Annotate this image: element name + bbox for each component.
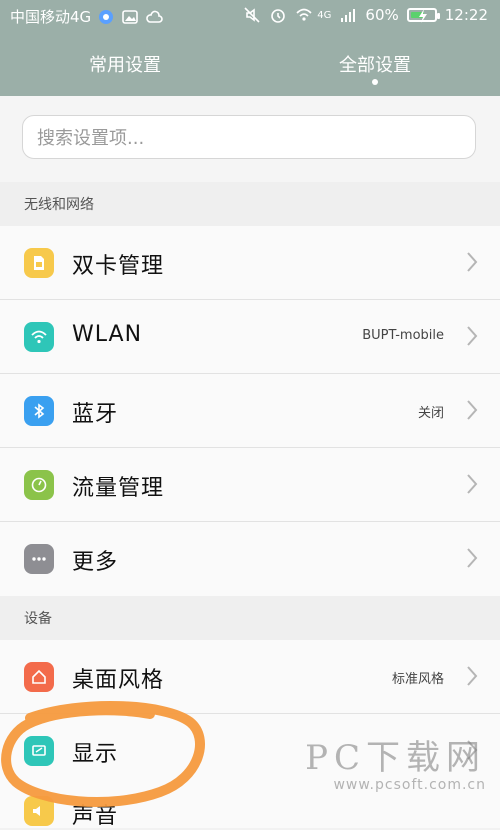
bluetooth-icon	[24, 396, 54, 426]
setting-row-wlan[interactable]: WLAN BUPT-mobile	[0, 300, 500, 374]
setting-value: 标准风格	[391, 672, 444, 687]
settings-tabs: 常用设置 全部设置	[0, 44, 500, 85]
section-title: 无线和网络	[24, 197, 94, 213]
chevron-right-icon	[466, 473, 478, 495]
network-badge: 4G	[317, 9, 332, 21]
battery-icon	[406, 8, 440, 23]
setting-row-more[interactable]: 更多	[0, 522, 500, 596]
wifi-icon	[24, 322, 54, 352]
setting-label: WLAN	[72, 322, 143, 347]
setting-label: 更多	[72, 550, 119, 575]
image-icon	[121, 8, 139, 26]
setting-label: 声音	[72, 804, 119, 829]
cloud-icon	[145, 8, 163, 26]
battery-percent: 60%	[365, 6, 399, 24]
setting-row-sound[interactable]: 声音	[0, 788, 500, 829]
setting-value: 关闭	[417, 406, 444, 421]
wifi-icon	[295, 6, 313, 24]
app-notification-icon	[97, 8, 115, 26]
search-input[interactable]: 搜索设置项...	[22, 115, 476, 159]
more-icon	[24, 544, 54, 574]
section-title: 设备	[24, 611, 52, 627]
tab-common-settings[interactable]: 常用设置	[0, 51, 250, 77]
chevron-right-icon	[466, 399, 478, 421]
alarm-icon	[269, 6, 287, 24]
home-icon	[24, 662, 54, 692]
active-tab-indicator	[372, 79, 378, 85]
setting-row-data-usage[interactable]: 流量管理	[0, 448, 500, 522]
setting-row-home-style[interactable]: 桌面风格 标准风格	[0, 640, 500, 714]
chevron-right-icon	[466, 251, 478, 273]
display-icon	[24, 736, 54, 766]
setting-label: 蓝牙	[72, 402, 119, 427]
sound-icon	[24, 796, 54, 826]
watermark-url: www.pcsoft.com.cn	[333, 777, 486, 793]
search-placeholder: 搜索设置项...	[37, 128, 145, 149]
chevron-right-icon	[466, 547, 478, 569]
wireless-settings-list: 双卡管理 WLAN BUPT-mobile 蓝牙 关闭 流量管理 更多	[0, 226, 500, 596]
tab-all-settings[interactable]: 全部设置	[250, 51, 500, 85]
chevron-right-icon	[466, 325, 478, 347]
watermark: PC下载网 www.pcsoft.com.cn	[305, 730, 486, 793]
setting-label: 流量管理	[72, 476, 165, 501]
chevron-right-icon	[466, 665, 478, 687]
sim-card-icon	[24, 248, 54, 278]
data-usage-icon	[24, 470, 54, 500]
setting-label: 显示	[72, 742, 119, 767]
top-header: 中国移动4G 4G 60% 12:22 常用设置 全部设置	[0, 0, 500, 96]
setting-value: BUPT-mobile	[362, 328, 444, 343]
setting-label: 双卡管理	[72, 254, 165, 279]
setting-label: 桌面风格	[72, 668, 165, 693]
tab-label: 全部设置	[339, 55, 411, 76]
clock: 12:22	[444, 6, 488, 24]
setting-row-dual-sim[interactable]: 双卡管理	[0, 226, 500, 300]
setting-row-bluetooth[interactable]: 蓝牙 关闭	[0, 374, 500, 448]
signal-icon	[339, 6, 357, 24]
mute-icon	[243, 6, 261, 24]
status-bar: 中国移动4G 4G 60% 12:22	[0, 0, 500, 30]
section-header-wireless: 无线和网络	[0, 182, 500, 226]
tab-label: 常用设置	[89, 55, 161, 76]
watermark-title: PC下载网	[305, 738, 486, 778]
search-area: 搜索设置项...	[0, 96, 500, 182]
section-header-device: 设备	[0, 596, 500, 640]
carrier-text: 中国移动4G	[10, 8, 92, 26]
